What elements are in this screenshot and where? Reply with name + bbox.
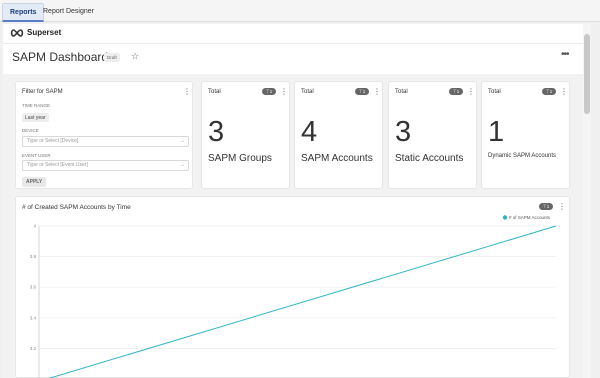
status-badge: Draft — [104, 53, 120, 62]
dashboard-title[interactable]: SAPM Dashboard — [12, 50, 108, 64]
favorite-star-icon[interactable]: ☆ — [131, 51, 139, 62]
kpi-label: SAPM Accounts — [301, 153, 373, 164]
kpi-card-title: Total — [301, 89, 314, 95]
y-tick-label: 3.4 — [30, 315, 37, 320]
line-chart: 4 3.8 3.6 3.4 3.2 # of SAPM Accounts — [30, 215, 557, 378]
app-tab-bar: Reports Report Designer — [0, 0, 600, 22]
event-user-label: EVENT USER — [22, 153, 51, 158]
page-scrollbar[interactable] — [583, 24, 591, 378]
kpi-value: 4 — [301, 116, 318, 148]
filter-count-badge[interactable]: ⊤1 — [542, 88, 556, 95]
kpi-value: 1 — [488, 116, 505, 148]
device-select[interactable]: Type or Select [Device] ⌄ — [22, 136, 189, 147]
brand-bar: Superset — [3, 24, 583, 44]
device-select-placeholder: Type or Select [Device] — [27, 138, 79, 144]
kpi-card-title: Total — [395, 89, 408, 95]
device-label: DEVICE — [22, 128, 39, 133]
kpi-card-title: Total — [488, 89, 501, 95]
kpi-value: 3 — [208, 116, 225, 148]
kpi-card-menu-icon[interactable]: ⋮ — [280, 87, 288, 96]
superset-logo-icon — [10, 29, 24, 37]
event-user-select-placeholder: Type or Select [Event User] — [27, 162, 88, 168]
filter-card-menu-icon[interactable]: ⋮ — [183, 87, 191, 96]
kpi-label: Dynamic SAPM Accounts — [488, 153, 557, 159]
kpi-card-dynamic-sapm-accounts: Total ⊤1 ⋮ 1 Dynamic SAPM Accounts — [481, 81, 570, 189]
filter-count-badge[interactable]: ⊤1 — [262, 88, 276, 95]
chevron-down-icon: ⌄ — [180, 162, 185, 168]
filter-count-badge[interactable]: ⊤1 — [449, 88, 463, 95]
kpi-card-static-accounts: Total ⊤1 ⋮ 3 Static Accounts — [388, 81, 477, 189]
legend-marker — [502, 215, 508, 220]
kpi-card-menu-icon[interactable]: ⋮ — [467, 87, 475, 96]
kpi-label: SAPM Groups — [208, 153, 272, 164]
tab-report-designer[interactable]: Report Designer — [36, 3, 101, 22]
kpi-card-menu-icon[interactable]: ⋮ — [560, 87, 568, 96]
scrollbar-thumb[interactable] — [584, 34, 590, 114]
kpi-card-menu-icon[interactable]: ⋮ — [373, 87, 381, 96]
kpi-label: Static Accounts — [395, 153, 464, 164]
filter-count-badge[interactable]: ⊤1 — [355, 88, 369, 95]
series-line-0 — [48, 225, 557, 378]
apply-button[interactable]: APPLY — [22, 177, 47, 187]
time-range-label: TIME RANGE — [22, 103, 51, 108]
kpi-card-title: Total — [208, 89, 221, 95]
more-options-icon[interactable]: ••• — [561, 49, 569, 60]
brand-name: Superset — [27, 28, 62, 37]
y-tick-label: 3.8 — [30, 254, 37, 259]
legend-label: # of SAPM Accounts — [509, 215, 551, 220]
kpi-value: 3 — [395, 116, 412, 148]
time-range-chip[interactable]: Last year — [22, 113, 49, 122]
filter-card: Filter for SAPM ⋮ TIME RANGE Last year D… — [15, 81, 193, 189]
chevron-down-icon: ⌄ — [180, 138, 185, 144]
y-tick-label: 3.6 — [30, 285, 37, 290]
filter-card-title: Filter for SAPM — [22, 89, 63, 95]
kpi-card-sapm-groups: Total ⊤1 ⋮ 3 SAPM Groups — [201, 81, 290, 189]
line-chart-card: # of Created SAPM Accounts by Time ⊤1 ⋮ … — [15, 196, 570, 378]
y-tick-label: 3.2 — [30, 346, 37, 351]
y-tick-label: 4 — [33, 224, 36, 229]
event-user-select[interactable]: Type or Select [Event User] ⌄ — [22, 160, 189, 171]
kpi-card-sapm-accounts: Total ⊤1 ⋮ 4 SAPM Accounts — [294, 81, 383, 189]
